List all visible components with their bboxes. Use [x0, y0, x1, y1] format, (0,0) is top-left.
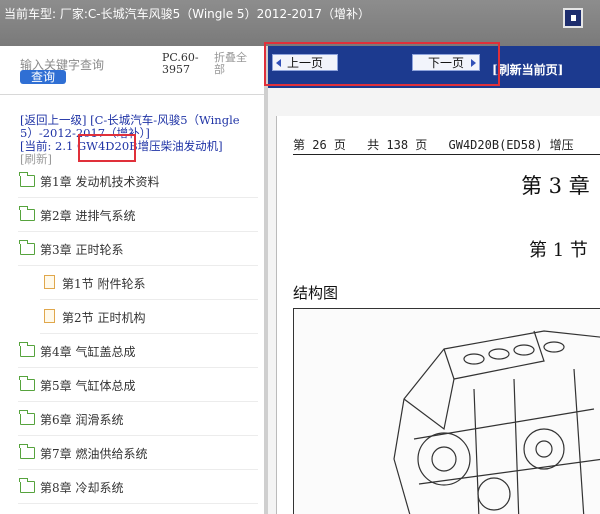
chapter-tree: 第1章 发动机技术资料 第2章 进排气系统 第3章 正时轮系 第1节 附件轮系 … — [18, 164, 258, 504]
highlight-box-nav — [264, 42, 500, 86]
document-icon — [44, 309, 55, 323]
current-model-title: 当前车型: 厂家:C-长城汽车风骏5（Wingle 5）2012-2017（增补… — [4, 7, 370, 21]
header-rule — [293, 154, 600, 155]
folder-icon — [19, 376, 35, 391]
sidebar-divider — [0, 94, 264, 95]
tree-item-label: 第6章 润滑系统 — [40, 413, 124, 427]
search-button[interactable]: 查询 — [20, 70, 66, 84]
manual-page: 第 26 页 共 138 页 GW4D20B(ED58) 增压 第 3 章 第 … — [276, 116, 600, 514]
tree-item-label: 第1节 附件轮系 — [62, 277, 146, 291]
tree-item-chapter-7[interactable]: 第7章 燃油供给系统 — [18, 436, 258, 470]
folder-icon — [19, 342, 35, 357]
document-viewer: 上一页 下一页 [刷新当前页] 第 26 页 共 138 页 GW4D20B(E… — [268, 46, 600, 514]
tree-item-label: 第4章 气缸盖总成 — [40, 345, 136, 359]
menu-icon[interactable] — [563, 8, 583, 28]
tree-item-label: 第7章 燃油供给系统 — [40, 447, 148, 461]
tree-item-label: 第1章 发动机技术资料 — [40, 175, 160, 189]
tree-item-label: 第2节 正时机构 — [62, 311, 146, 325]
tree-item-chapter-5[interactable]: 第5章 气缸体总成 — [18, 368, 258, 402]
tree-item-chapter-3[interactable]: 第3章 正时轮系 — [18, 232, 258, 266]
folder-icon — [19, 444, 35, 459]
tree-item-chapter-4[interactable]: 第4章 气缸盖总成 — [18, 334, 258, 368]
collapse-all-link[interactable]: 折叠全部 — [214, 52, 256, 76]
chapter-heading: 第 3 章 — [521, 174, 590, 198]
folder-icon — [19, 206, 35, 221]
sidebar: 输入关键字查询 查询 PC.60-3957 折叠全部 [返回上一级] [C-长城… — [0, 46, 264, 514]
folder-icon — [19, 410, 35, 425]
tree-item-section-2[interactable]: 第2节 正时机构 — [40, 300, 258, 334]
top-bar: 当前车型: 厂家:C-长城汽车风骏5（Wingle 5）2012-2017（增补… — [0, 0, 600, 46]
page-number: 第 26 页 — [293, 138, 346, 152]
tree-item-chapter-6[interactable]: 第6章 润滑系统 — [18, 402, 258, 436]
page-header: 第 26 页 共 138 页 GW4D20B(ED58) 增压 — [293, 136, 588, 153]
engine-code: GW4D20B(ED58) 增压 — [448, 138, 574, 152]
highlight-box-engine-code — [78, 134, 136, 162]
refresh-page-link[interactable]: [刷新当前页] — [492, 61, 563, 78]
document-icon — [44, 275, 55, 289]
tree-item-section-1[interactable]: 第1节 附件轮系 — [40, 266, 258, 300]
engine-block-drawing — [393, 330, 600, 514]
tree-item-label: 第5章 气缸体总成 — [40, 379, 136, 393]
breadcrumb-back-link[interactable]: [返回上一级] — [20, 113, 86, 127]
tree-item-label: 第8章 冷却系统 — [40, 481, 124, 495]
folder-icon — [19, 172, 35, 187]
pc-code: PC.60-3957 — [162, 51, 199, 76]
section-heading: 第 1 节 — [529, 240, 588, 261]
engine-diagram — [293, 308, 600, 514]
page-total: 共 138 页 — [367, 138, 428, 152]
tree-item-label: 第2章 进排气系统 — [40, 209, 136, 223]
structure-heading: 结构图 — [293, 284, 339, 302]
tree-item-chapter-8[interactable]: 第8章 冷却系统 — [18, 470, 258, 504]
tree-item-chapter-2[interactable]: 第2章 进排气系统 — [18, 198, 258, 232]
tree-item-chapter-1[interactable]: 第1章 发动机技术资料 — [18, 164, 258, 198]
folder-icon — [19, 478, 35, 493]
tree-item-label: 第3章 正时轮系 — [40, 243, 124, 257]
current-label: [当前: — [20, 139, 52, 153]
folder-open-icon — [19, 240, 35, 255]
